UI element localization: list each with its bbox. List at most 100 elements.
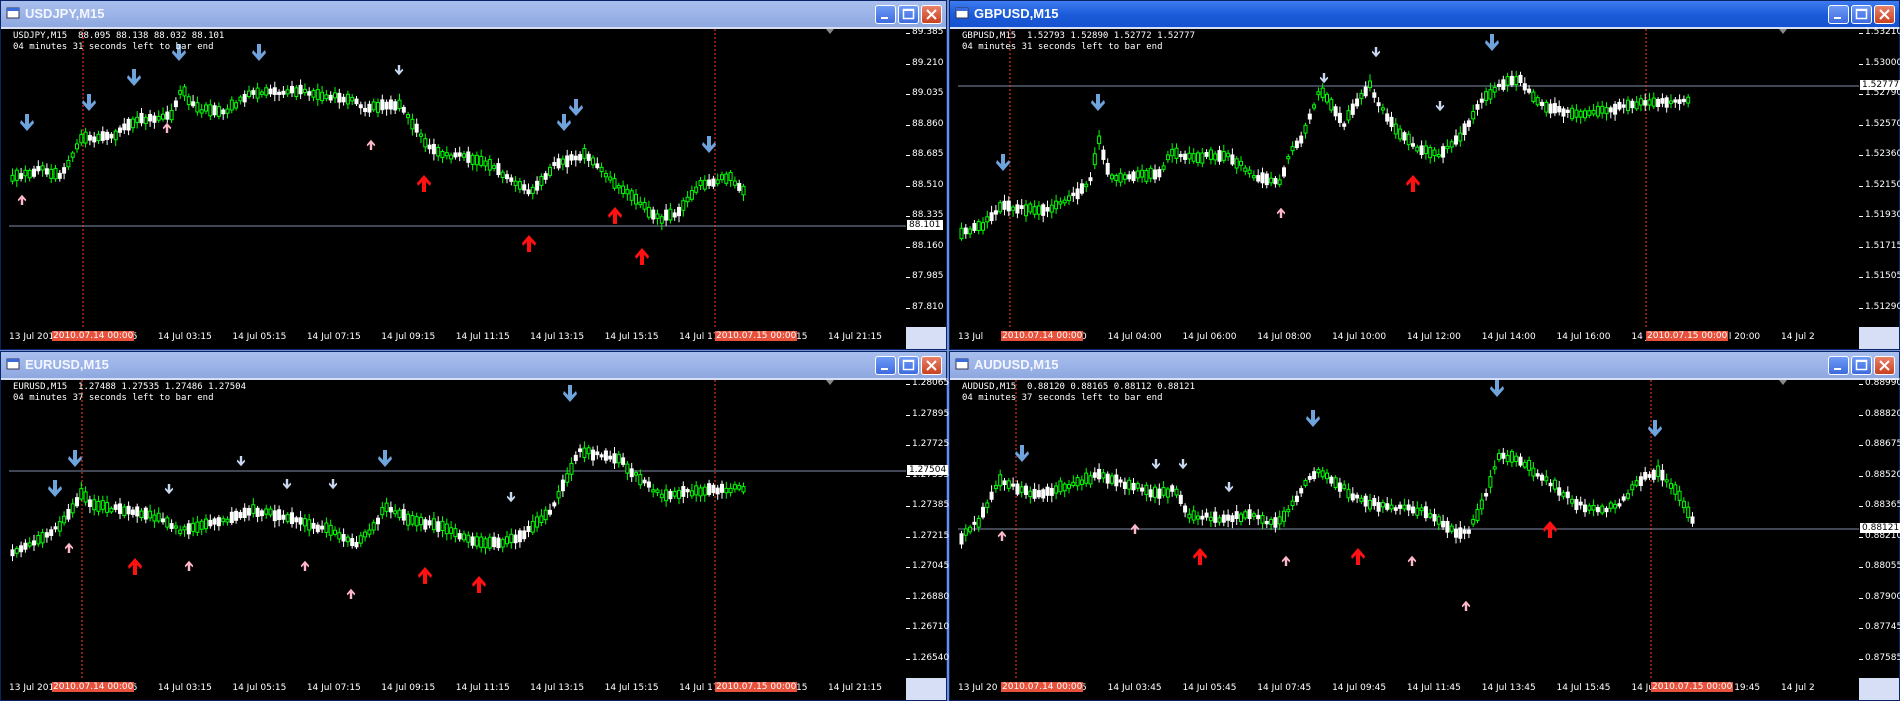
candle	[1557, 100, 1562, 116]
candle	[1643, 466, 1648, 482]
candle	[277, 89, 282, 101]
candle	[1333, 475, 1338, 491]
price-chart[interactable]: AUDUSD,M15 0.88120 0.88165 0.88112 0.881…	[958, 380, 1859, 678]
candle	[1359, 494, 1364, 504]
close-button[interactable]	[1874, 5, 1895, 24]
candle	[66, 503, 71, 522]
candle	[1557, 480, 1562, 502]
title-bar[interactable]: USDJPY,M15	[1, 1, 946, 27]
candle	[1497, 79, 1501, 91]
close-button[interactable]	[1874, 356, 1895, 375]
current-price-tag: 0.88121	[1860, 523, 1900, 533]
candle	[1634, 96, 1639, 111]
candle	[522, 526, 527, 542]
minimize-button[interactable]	[1828, 5, 1849, 24]
candle	[40, 161, 45, 177]
candle	[573, 451, 578, 465]
candle	[148, 504, 153, 522]
candle	[530, 514, 535, 536]
candle	[1350, 487, 1355, 503]
candle	[1436, 513, 1441, 530]
time-tick-label: 13 Jul 20	[958, 683, 998, 693]
chart-shift-marker[interactable]	[1779, 380, 1787, 385]
chart-window-eurusd[interactable]: EURUSD,M15 EURUSD,M15 1.27488 1.27535 1.…	[0, 351, 950, 701]
candle	[1548, 479, 1553, 493]
chart-window-usdjpy[interactable]: USDJPY,M15 USDJPY,M15 88.095 88.138 88.0…	[0, 0, 947, 350]
candle	[1415, 501, 1420, 519]
candle	[655, 487, 660, 497]
title-bar[interactable]: GBPUSD,M15	[950, 1, 1899, 27]
chart-shift-marker[interactable]	[1779, 29, 1787, 34]
candle	[466, 531, 471, 549]
candle	[638, 196, 643, 209]
maximize-button[interactable]	[898, 5, 919, 24]
candle	[1002, 477, 1007, 491]
price-tick-label: 1.52570	[1858, 119, 1900, 129]
price-tick-label: 88.685	[906, 149, 944, 159]
candle	[500, 537, 505, 553]
buy-signal-arrow	[1461, 600, 1471, 611]
candle	[981, 217, 985, 235]
candle	[130, 116, 135, 133]
candle	[307, 87, 312, 101]
title-bar[interactable]: EURUSD,M15	[1, 352, 946, 378]
chart-shift-marker[interactable]	[826, 380, 834, 385]
sell-signal-arrow	[82, 94, 96, 111]
candle	[1600, 100, 1605, 119]
maximize-button[interactable]	[898, 356, 919, 375]
day-separator-label: 2010.07.15 00:00	[715, 331, 798, 341]
candle	[985, 499, 990, 514]
price-tick-label: 1.51505	[1858, 271, 1900, 281]
candle	[1036, 200, 1041, 221]
close-button[interactable]	[921, 5, 942, 24]
candle	[681, 481, 686, 504]
candle	[14, 167, 19, 188]
candle	[1092, 467, 1097, 481]
candle	[1316, 466, 1321, 478]
chart-window-gbpusd[interactable]: GBPUSD,M15 GBPUSD,M15 1.52793 1.52890 1.…	[949, 0, 1900, 350]
candle	[1471, 514, 1476, 528]
minimize-button[interactable]	[875, 5, 896, 24]
candle	[1131, 169, 1136, 184]
candle	[328, 519, 333, 541]
chart-window-audusd[interactable]: AUDUSD,M15 AUDUSD,M15 0.88120 0.88165 0.…	[949, 351, 1900, 701]
candle	[1226, 149, 1231, 162]
close-button[interactable]	[921, 356, 942, 375]
candle	[1118, 168, 1123, 187]
candle	[70, 498, 75, 518]
candle	[694, 481, 699, 502]
candle	[672, 487, 677, 500]
candle	[281, 86, 286, 98]
price-tick-label: 89.385	[906, 27, 944, 37]
candle	[70, 150, 75, 163]
maximize-button[interactable]	[1851, 5, 1872, 24]
minimize-button[interactable]	[1828, 356, 1849, 375]
title-bar[interactable]: AUDUSD,M15	[950, 352, 1899, 378]
candle	[496, 158, 501, 178]
candle	[234, 100, 239, 111]
buy-signal-arrow	[608, 207, 622, 224]
price-tick-label: 1.26540	[905, 652, 950, 663]
price-chart[interactable]: GBPUSD,M15 1.52793 1.52890 1.52772 1.527…	[958, 29, 1859, 327]
candle	[1385, 497, 1390, 512]
candle	[92, 494, 97, 516]
minimize-button[interactable]	[875, 356, 896, 375]
candle	[1686, 501, 1691, 522]
candle	[1045, 200, 1050, 218]
candle	[1148, 484, 1153, 502]
bar-timer: 04 minutes 37 seconds left to bar end	[962, 393, 1163, 403]
candle	[1518, 71, 1523, 86]
maximize-button[interactable]	[1851, 356, 1872, 375]
window-title: AUDUSD,M15	[974, 357, 1059, 372]
chart-shift-marker[interactable]	[826, 29, 834, 34]
candle	[638, 469, 643, 489]
candle	[1122, 477, 1127, 495]
candle	[1385, 108, 1390, 125]
candle	[1423, 501, 1428, 522]
candle	[616, 450, 621, 468]
time-tick-label: 14 Jul 16:00	[1556, 332, 1611, 342]
price-chart[interactable]: EURUSD,M15 1.27488 1.27535 1.27486 1.275…	[9, 380, 906, 678]
price-chart[interactable]: USDJPY,M15 88.095 88.138 88.032 88.101 04…	[9, 29, 906, 327]
candle	[126, 501, 131, 521]
candle	[720, 171, 724, 183]
